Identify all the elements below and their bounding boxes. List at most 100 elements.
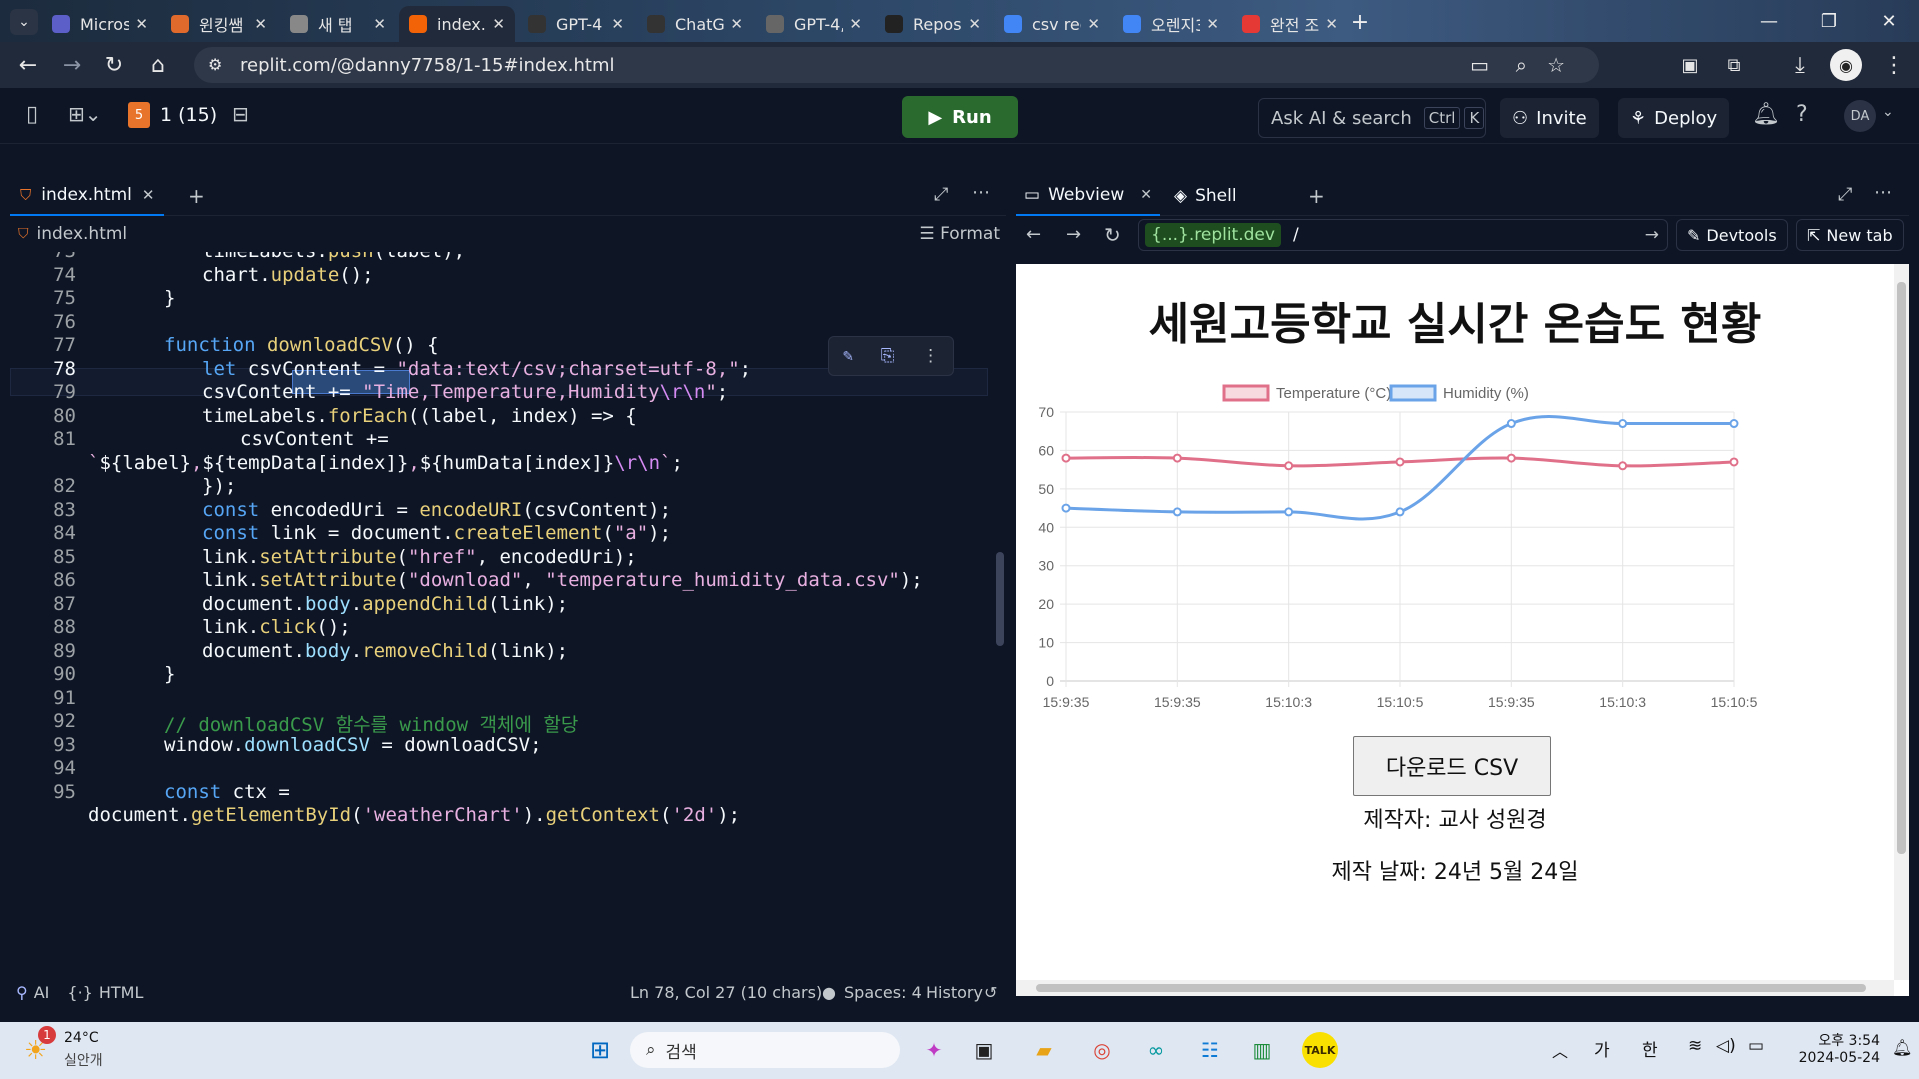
code-line[interactable]: const encodedUri = encodeURI(csvContent)… [202, 499, 671, 521]
restore-icon[interactable]: ❐ [1799, 11, 1859, 32]
code-line[interactable]: link.setAttribute("download", "temperatu… [202, 569, 923, 591]
edit-ai-icon[interactable]: ✎ [843, 346, 853, 366]
run-button[interactable]: ▶ Run [902, 96, 1018, 138]
breadcrumb-file[interactable]: index.html [37, 224, 128, 244]
download-icon[interactable]: ⤓ [1782, 42, 1818, 88]
more-vertical-icon[interactable]: ⋮ [922, 346, 939, 366]
taskbar-search[interactable]: ⌕ 검색 [630, 1032, 900, 1068]
chrome-icon[interactable]: ◎ [1084, 1032, 1120, 1068]
code-line[interactable]: document.getElementById('weatherChart').… [88, 804, 740, 826]
browser-tab[interactable]: ChatGPT ✕ [637, 6, 753, 42]
reload-icon[interactable]: ↻ [96, 42, 132, 88]
notification-bell-icon[interactable]: 🔔︎ [1892, 1038, 1912, 1057]
add-tab-icon[interactable]: + [1308, 184, 1325, 208]
close-icon[interactable]: ✕ [1140, 187, 1152, 203]
status-spaces[interactable]: Spaces: 4 [844, 983, 922, 1002]
browser-tab[interactable]: 윈킹쌤 / ✕ [161, 6, 277, 42]
browser-tab[interactable]: 오렌지3 ✕ [1113, 6, 1229, 42]
browser-tab[interactable]: GPT-4, C ✕ [756, 6, 872, 42]
scroll-thumb[interactable] [1036, 984, 1866, 992]
code-line[interactable]: document.body.appendChild(link); [202, 593, 568, 615]
devtools-button[interactable]: ✎ Devtools [1676, 219, 1788, 251]
layout-switcher-icon[interactable]: ⊞⌄ [68, 102, 102, 126]
status-position[interactable]: Ln 78, Col 27 (10 chars) [630, 983, 822, 1002]
code-line[interactable]: `${label},${tempData[index]},${humData[i… [88, 452, 683, 474]
close-icon[interactable]: ✕ [1325, 15, 1338, 33]
tab-webview[interactable]: ▭ Webview ✕ [1016, 176, 1161, 216]
new-tab-button[interactable]: + [1346, 8, 1374, 36]
tools-icon[interactable]: ⊟ [232, 102, 249, 126]
copilot-icon[interactable]: ✦ [916, 1032, 952, 1068]
code-line[interactable]: } [164, 287, 175, 309]
add-tab-icon[interactable]: + [188, 184, 205, 208]
clock-date[interactable]: 2024-05-24 [1786, 1050, 1880, 1066]
close-icon[interactable]: ✕ [135, 15, 148, 33]
battery-icon[interactable]: ▭ [1748, 1036, 1764, 1056]
browser-tab[interactable]: Microso ✕ [42, 6, 158, 42]
browser-tab[interactable]: GPT-4 | ✕ [518, 6, 634, 42]
forward-icon[interactable]: → [1066, 224, 1081, 245]
code-line[interactable]: link.click(); [202, 616, 351, 638]
tab-shell[interactable]: ◈ Shell [1166, 176, 1245, 216]
profile-avatar[interactable]: ◉ [1830, 49, 1862, 81]
zoom-icon[interactable]: ⌕ [1516, 53, 1527, 77]
close-icon[interactable]: ✕ [611, 15, 624, 33]
wifi-icon[interactable]: ≋ [1688, 1036, 1702, 1056]
windows-start-icon[interactable]: ⊞ [582, 1032, 618, 1068]
more-icon[interactable]: ⋯ [1874, 182, 1892, 203]
close-icon[interactable]: ✕ [492, 15, 505, 33]
browser-tab[interactable]: csv requ ✕ [994, 6, 1110, 42]
tab-index-html[interactable]: ⛉ index.html ✕ [10, 176, 165, 216]
code-line[interactable]: window.downloadCSV = downloadCSV; [164, 734, 542, 756]
browser-tab[interactable]: index.ht ✕ [399, 6, 515, 42]
install-app-icon[interactable]: ▭ [1470, 53, 1489, 77]
ime-hangul[interactable]: 한 [1642, 1036, 1658, 1061]
code-line[interactable]: let csvContent = "data:text/csv;charset=… [202, 358, 751, 380]
status-history[interactable]: History [926, 983, 983, 1002]
help-icon[interactable]: ? [1796, 102, 1808, 127]
address-bar[interactable]: ⚙ replit.com/@danny7758/1-15#index.html … [194, 47, 1599, 83]
clock-time[interactable]: 오후 3:54 [1800, 1030, 1880, 1050]
arduino-icon[interactable]: ∞ [1138, 1032, 1174, 1068]
reload-icon[interactable]: ↻ [1104, 223, 1121, 247]
tab-search-button[interactable]: ⌄ [10, 9, 38, 35]
sidebar-toggle-icon[interactable]: ▯ [26, 102, 38, 127]
user-avatar[interactable]: DA [1844, 100, 1876, 132]
browser-tab[interactable]: Reposit ✕ [875, 6, 991, 42]
weather-desc[interactable]: 실안개 [64, 1050, 103, 1070]
code-line[interactable]: timeLabels.forEach((label, index) => { [202, 405, 637, 427]
home-icon[interactable]: ⌂ [140, 42, 176, 88]
code-line[interactable]: document.body.removeChild(link); [202, 640, 568, 662]
kakaotalk-icon[interactable]: TALK [1302, 1032, 1338, 1068]
bookmark-star-icon[interactable]: ☆ [1547, 53, 1565, 77]
close-icon[interactable]: ✕ [1087, 15, 1100, 33]
maximize-icon[interactable]: ⤢ [1838, 184, 1852, 205]
close-icon[interactable]: ✕ [254, 15, 267, 33]
extensions-icon[interactable]: ⧉ [1716, 42, 1752, 88]
code-line[interactable]: } [164, 663, 175, 685]
code-line[interactable]: const link = document.createElement("a")… [202, 522, 671, 544]
maximize-icon[interactable]: ⤢ [934, 184, 948, 205]
notepad-icon[interactable]: ☷ [1192, 1032, 1228, 1068]
status-ai[interactable]: AI [34, 983, 50, 1002]
new-tab-button[interactable]: ⇱ New tab [1796, 219, 1904, 251]
spreadsheet-icon[interactable]: ▥ [1244, 1032, 1280, 1068]
back-icon[interactable]: ← [1026, 224, 1041, 245]
status-lang[interactable]: HTML [99, 983, 144, 1002]
bell-icon[interactable]: 🔔︎ [1752, 102, 1780, 127]
format-button[interactable]: ☰ Format [919, 224, 1000, 244]
task-view-icon[interactable]: ▣ [966, 1032, 1002, 1068]
code-line[interactable]: const ctx = [164, 781, 290, 803]
chrome-menu-icon[interactable]: ⋮ [1876, 42, 1912, 88]
forward-icon[interactable]: → [54, 42, 90, 88]
download-csv-button[interactable]: 다운로드 CSV [1353, 736, 1551, 796]
deploy-button[interactable]: ⚘ Deploy [1618, 98, 1730, 138]
file-count[interactable]: 1 (15) [160, 104, 217, 126]
chevron-down-icon[interactable]: ⌄ [1882, 104, 1894, 120]
go-arrow-icon[interactable]: → [1645, 225, 1659, 245]
webview-url-bar[interactable]: {...}.replit.dev / → [1138, 219, 1668, 251]
invite-button[interactable]: ⚇ Invite [1500, 98, 1599, 138]
browser-tab[interactable]: 새 탭 ✕ [280, 6, 396, 42]
back-icon[interactable]: ← [10, 42, 46, 88]
volume-icon[interactable]: ◁) [1716, 1036, 1736, 1056]
